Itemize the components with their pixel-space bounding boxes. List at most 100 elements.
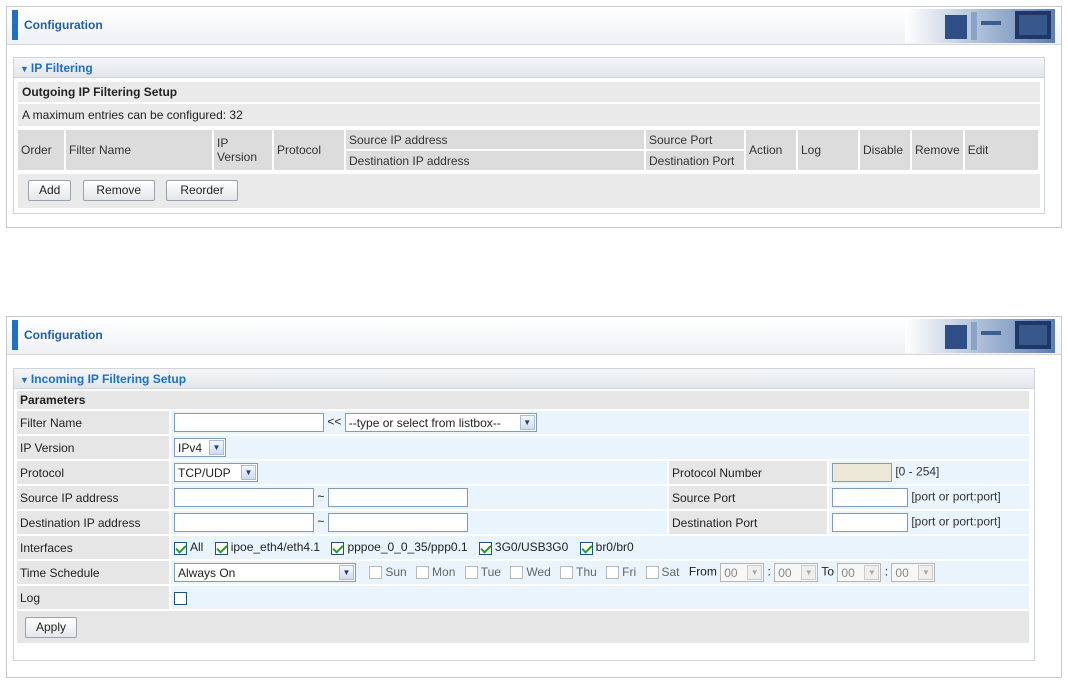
- source-port-input[interactable]: [832, 488, 908, 507]
- col-disable: Disable: [860, 130, 910, 170]
- col-edit: Edit: [964, 130, 1038, 170]
- time-colon: :: [884, 564, 889, 579]
- destination-ip-from-input[interactable]: [174, 513, 314, 532]
- col-ip-version: IP Version: [214, 130, 272, 170]
- time-schedule-label: Time Schedule: [17, 561, 169, 584]
- to-label: To: [821, 564, 835, 579]
- destination-port-label: Destination Port: [669, 511, 827, 534]
- interface-all-checkbox[interactable]: [174, 541, 187, 555]
- apply-button[interactable]: Apply: [25, 616, 77, 638]
- config-title: Configuration: [24, 18, 103, 32]
- interface-3g-checkbox[interactable]: [478, 541, 492, 555]
- filter-name-listbox[interactable]: --type or select from listbox-- ▼: [344, 413, 537, 432]
- apply-row: Apply: [17, 611, 1029, 643]
- day-sun-checkbox[interactable]: [369, 566, 383, 579]
- ip-version-select[interactable]: IPv4 ▼: [174, 438, 226, 457]
- destination-port-hint: [port or port:port]: [911, 514, 1001, 529]
- filter-name-input[interactable]: [174, 413, 324, 432]
- day-wed-checkbox[interactable]: [510, 566, 524, 579]
- col-protocol: Protocol: [274, 130, 344, 170]
- config-title: Configuration: [24, 328, 103, 342]
- col-order: Order: [18, 130, 64, 170]
- day-sat-checkbox[interactable]: [645, 566, 659, 579]
- ip-version-label: IP Version: [17, 436, 169, 459]
- source-port-cell: [port or port:port]: [829, 486, 1029, 509]
- day-thu-label: Thu: [576, 564, 597, 579]
- destination-port-input[interactable]: [832, 513, 908, 532]
- header-accent-bar: [12, 320, 18, 350]
- protocol-label: Protocol: [17, 461, 169, 484]
- ip-filtering-section: ▼ IP Filtering Outgoing IP Filtering Setu…: [13, 57, 1045, 214]
- log-label: Log: [17, 586, 169, 609]
- parameters-label: Parameters: [17, 391, 1029, 409]
- interface-all-label: All: [190, 540, 204, 555]
- reorder-button[interactable]: Reorder: [166, 180, 239, 201]
- add-button[interactable]: Add: [28, 180, 72, 201]
- interface-pppoe-label: pppoe_0_0_35/ppp0.1: [347, 540, 468, 555]
- from-minute-select[interactable]: 00 ▼: [774, 563, 819, 582]
- filter-table-header: Order Filter Name IP Version Protocol So…: [16, 128, 1040, 172]
- office-graphic-icon: [905, 9, 1055, 43]
- interface-br0-checkbox[interactable]: [579, 541, 593, 555]
- config-header: Configuration: [7, 317, 1061, 355]
- protocol-number-input[interactable]: [832, 463, 892, 482]
- source-ip-cell: ~: [171, 486, 667, 509]
- day-tue-label: Tue: [480, 564, 501, 579]
- chevron-down-icon: ▼: [801, 565, 817, 580]
- section-title[interactable]: ▼ Incoming IP Filtering Setup: [14, 369, 1034, 389]
- header-accent-bar: [12, 10, 18, 40]
- chevron-down-icon: ▼: [519, 415, 535, 430]
- source-ip-to-input[interactable]: [327, 488, 468, 507]
- interface-ipoe-checkbox[interactable]: [214, 541, 228, 555]
- col-filter-name: Filter Name: [66, 130, 212, 170]
- col-action: Action: [746, 130, 796, 170]
- config-header: Configuration: [7, 7, 1061, 45]
- outgoing-subheading: Outgoing IP Filtering Setup: [18, 82, 1040, 102]
- chevron-down-icon: ▼: [209, 440, 224, 455]
- destination-ip-to-input[interactable]: [327, 513, 468, 532]
- range-tilde: ~: [317, 489, 325, 504]
- to-hour-select[interactable]: 00 ▼: [837, 563, 882, 582]
- chevron-down-icon: ▼: [241, 465, 256, 480]
- interfaces-cell: All ipoe_eth4/eth4.1 pppoe_0_0_35/ppp0.1…: [171, 536, 1029, 559]
- log-checkbox[interactable]: [174, 591, 187, 605]
- destination-port-cell: [port or port:port]: [829, 511, 1029, 534]
- incoming-filter-form: Parameters Filter Name << --type or sele…: [15, 389, 1031, 645]
- protocol-select[interactable]: TCP/UDP ▼: [174, 463, 258, 482]
- chevron-down-icon: ▼: [918, 565, 934, 580]
- chevron-down-icon: ▼: [339, 565, 354, 580]
- day-thu-checkbox[interactable]: [560, 566, 574, 579]
- from-label: From: [688, 564, 717, 579]
- source-ip-label: Source IP address: [17, 486, 169, 509]
- day-sat-label: Sat: [661, 564, 680, 579]
- protocol-number-cell: [0 - 254]: [829, 461, 1029, 484]
- to-minute-select[interactable]: 00 ▼: [891, 563, 936, 582]
- remove-button[interactable]: Remove: [82, 180, 155, 201]
- collapse-triangle-icon[interactable]: ▼: [20, 64, 29, 74]
- col-destination-ip: Destination IP address: [346, 151, 644, 170]
- time-schedule-select[interactable]: Always On ▼: [174, 563, 356, 582]
- chevron-down-icon: ▼: [864, 565, 880, 580]
- day-tue-checkbox[interactable]: [464, 566, 478, 579]
- col-log: Log: [798, 130, 858, 170]
- day-fri-label: Fri: [622, 564, 637, 579]
- day-fri-checkbox[interactable]: [606, 566, 620, 579]
- outgoing-config-panel: Configuration ▼ IP Filtering Outgoing IP …: [6, 6, 1062, 228]
- source-ip-from-input[interactable]: [174, 488, 314, 507]
- col-destination-port: Destination Port: [646, 151, 744, 170]
- from-hour-select[interactable]: 00 ▼: [720, 563, 765, 582]
- chevron-down-icon: ▼: [747, 565, 763, 580]
- day-mon-checkbox[interactable]: [416, 566, 430, 579]
- interface-3g-label: 3G0/USB3G0: [494, 540, 569, 555]
- col-source-ip: Source IP address: [346, 130, 644, 149]
- day-mon-label: Mon: [432, 564, 456, 579]
- destination-ip-label: Destination IP address: [17, 511, 169, 534]
- protocol-number-label: Protocol Number: [669, 461, 827, 484]
- interface-pppoe-checkbox[interactable]: [331, 541, 345, 555]
- range-tilde: ~: [317, 514, 325, 529]
- incoming-filter-section: ▼ Incoming IP Filtering Setup Parameters …: [13, 368, 1035, 661]
- interface-br0-label: br0/br0: [595, 540, 634, 555]
- collapse-triangle-icon[interactable]: ▼: [20, 375, 29, 385]
- section-title[interactable]: ▼ IP Filtering: [14, 58, 1044, 78]
- col-remove: Remove: [912, 130, 963, 170]
